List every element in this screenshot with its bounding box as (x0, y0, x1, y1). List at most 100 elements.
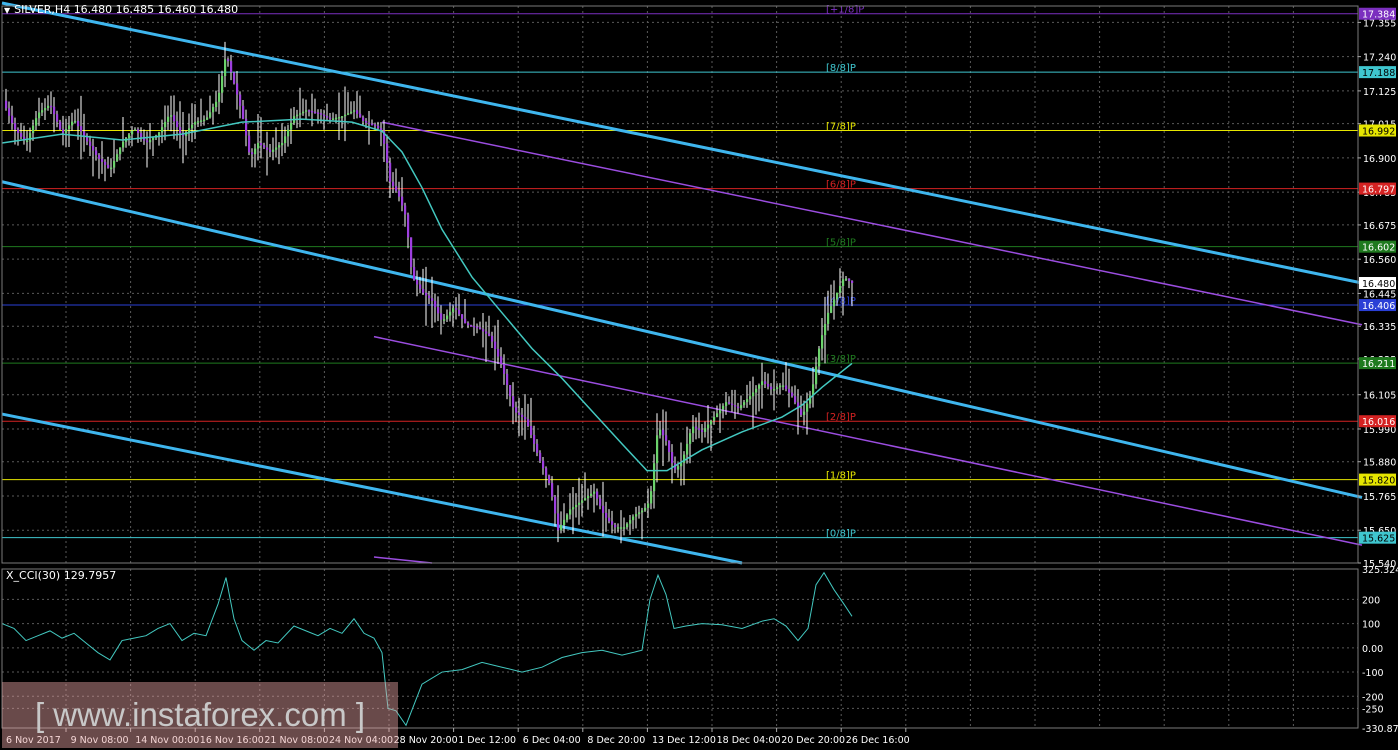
candle-body (641, 510, 644, 513)
candle-body (728, 402, 731, 404)
candle-body (395, 186, 398, 191)
candle-body (821, 335, 824, 349)
cci-y-tick-label: 100 (1362, 620, 1380, 631)
candle-body (398, 190, 401, 197)
candle-body (686, 443, 689, 455)
murrey-level-label: [0/8]P (826, 529, 856, 540)
candle-body (443, 319, 446, 321)
candle-body (146, 140, 149, 143)
candle-body (8, 108, 11, 116)
candle-body (275, 147, 278, 150)
candle-body (539, 452, 542, 461)
candle-body (269, 149, 272, 152)
candle-body (17, 129, 20, 134)
candle-body (836, 292, 839, 300)
channel-line (381, 121, 1363, 326)
candle-body (623, 527, 626, 529)
candle-body (140, 133, 143, 137)
price-level-label: 15.625 (1362, 534, 1395, 545)
candle-body (65, 129, 68, 133)
candle-body (632, 516, 635, 521)
candle-body (20, 133, 23, 137)
candle-body (839, 285, 842, 293)
candle-body (698, 428, 701, 431)
price-level-label: 16.211 (1362, 359, 1395, 370)
candle-body (77, 120, 80, 127)
candle-body (266, 147, 269, 150)
candle-body (119, 147, 122, 155)
y-tick-label: 15.880 (1363, 458, 1396, 469)
price-level-label: 15.820 (1362, 476, 1395, 487)
candle-body (593, 491, 596, 494)
x-tick-label: 20 Dec 20:00 (781, 735, 845, 746)
candle-body (500, 356, 503, 364)
candle-body (248, 135, 251, 153)
candle-body (599, 498, 602, 506)
candle-body (635, 514, 638, 517)
y-tick-label: 16.445 (1363, 289, 1396, 300)
candle-body (800, 408, 803, 415)
candle-body (284, 136, 287, 144)
candle-body (590, 493, 593, 496)
x-tick-label: 1 Dec 12:00 (458, 735, 516, 746)
candle-body (206, 117, 209, 120)
candle-body (557, 513, 560, 531)
candle-body (761, 381, 764, 386)
candle-body (569, 509, 572, 515)
candle-body (737, 406, 740, 409)
candle-body (653, 463, 656, 492)
murrey-level-label: [4/8]P (826, 296, 856, 307)
candle-body (509, 385, 512, 397)
price-level-label: 16.992 (1362, 127, 1395, 138)
candle-body (773, 389, 776, 391)
candle-body (59, 121, 62, 130)
cci-y-tick-label: -200 (1362, 692, 1384, 703)
candle-body (371, 123, 374, 126)
candle-body (689, 433, 692, 444)
candle-body (305, 110, 308, 112)
candle-body (71, 121, 74, 126)
candle-body (851, 280, 854, 284)
candle-body (716, 413, 719, 418)
candle-body (620, 527, 623, 529)
candle-body (356, 110, 359, 114)
candle-body (350, 111, 353, 114)
x-tick-label: 13 Dec 12:00 (652, 735, 716, 746)
candle-body (614, 524, 617, 528)
candle-body (626, 523, 629, 528)
candle-body (212, 107, 215, 113)
candle-body (677, 466, 680, 470)
candle-body (464, 318, 467, 324)
dropdown-triangle-icon[interactable]: ▼ (4, 6, 10, 15)
candle-body (581, 500, 584, 503)
candle-body (548, 475, 551, 484)
candle-body (416, 280, 419, 285)
price-level-label: 17.188 (1362, 68, 1395, 79)
murrey-level-label: [8/8]P (826, 63, 856, 74)
candle-body (263, 145, 266, 148)
candle-body (68, 125, 71, 130)
candle-body (713, 417, 716, 421)
candle-body (314, 111, 317, 114)
candle-body (833, 299, 836, 307)
candle-body (746, 399, 749, 403)
candle-body (74, 120, 77, 123)
x-tick-label: 6 Dec 04:00 (523, 735, 581, 746)
candle-body (317, 112, 320, 114)
cci-y-tick-label: -330.875 (1362, 724, 1398, 735)
candle-body (191, 124, 194, 129)
candle-body (794, 396, 797, 403)
candle-body (173, 115, 176, 122)
candle-body (845, 278, 848, 281)
candle-body (830, 306, 833, 313)
candle-body (662, 429, 665, 436)
candle-body (560, 525, 563, 531)
candle-body (35, 118, 38, 126)
candle-body (62, 129, 65, 133)
x-tick-label: 26 Dec 16:00 (846, 735, 910, 746)
candle-body (767, 383, 770, 387)
candle-body (107, 164, 110, 168)
candle-body (476, 326, 479, 329)
candle-body (734, 405, 737, 407)
candle-body (551, 483, 554, 497)
